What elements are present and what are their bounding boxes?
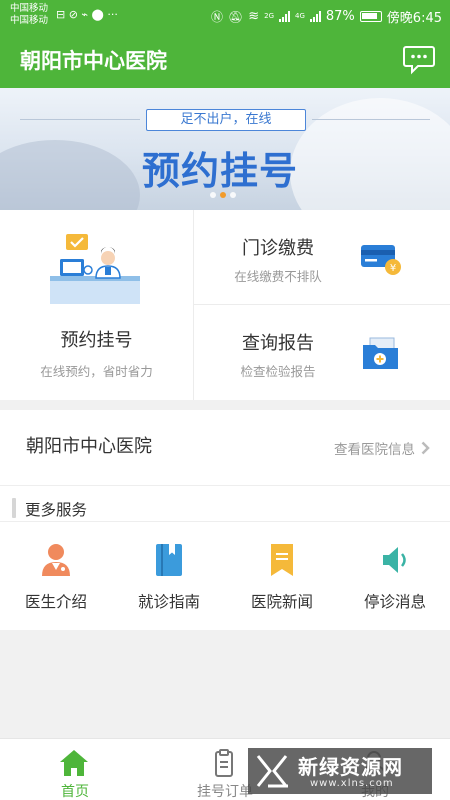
status-right: Ⓝ 🔕︎ ≋ 2G 4G 87% 傍晚6:45 [211, 7, 442, 26]
signal-icon [279, 11, 290, 22]
notification-icons-glyphs: ⊟ ⊘ ⌁ ⬤ ··· [56, 8, 118, 21]
register-subtitle: 在线预约，省时省力 [40, 364, 153, 379]
payment-card-icon: ¥ [361, 245, 401, 275]
banner-headline: 预约挂号 [142, 149, 299, 193]
hospital-row[interactable]: 朝阳市中心医院 查看医院信息 [0, 410, 450, 486]
doctor-icon [42, 544, 70, 576]
main-services: 预约挂号 在线预约，省时省力 门诊缴费 在线缴费不排队 ¥ 查询报告 检查检验报… [0, 210, 450, 400]
hospital-name: 朝阳市中心医院 [26, 436, 152, 457]
hospital-info-link[interactable]: 查看医院信息 [334, 438, 430, 458]
nav-home[interactable]: 首页 [0, 739, 150, 800]
status-bar: 中国移动 中国移动 ⊟ ⊘ ⌁ ⬤ ··· Ⓝ 🔕︎ ≋ 2G 4G 87% 傍… [0, 0, 450, 32]
network-2g-label: 2G [264, 12, 274, 20]
banner-pagination [210, 192, 236, 198]
mute-icon: 🔕︎ [227, 9, 244, 24]
promo-banner[interactable]: 足不出户，在线 预约挂号 [0, 88, 450, 210]
signal-4g: 4G [295, 13, 305, 20]
payment-label: 门诊缴费 [242, 238, 314, 259]
watermark-url: www.xlns.com [310, 778, 394, 789]
app-header: 朝阳市中心医院 [0, 32, 450, 88]
carrier-2: 中国移动 [10, 15, 49, 26]
network-4g-label: 4G [295, 12, 305, 20]
service-label: 停诊消息 [363, 593, 426, 611]
report-folder-icon [363, 337, 398, 369]
svg-text:¥: ¥ [390, 263, 396, 274]
carrier-1: 中国移动 [10, 3, 49, 14]
banner-tagline: 足不出户，在线 [146, 109, 306, 131]
nfc-icon: Ⓝ [210, 10, 223, 24]
service-label: 医生介绍 [24, 593, 87, 611]
section-marker [12, 498, 16, 518]
signal-2g: 2G [264, 13, 274, 20]
service-doctor-intro[interactable]: 医生介绍 [0, 538, 112, 618]
service-label: 就诊指南 [137, 593, 200, 611]
banner-line-right [312, 119, 430, 120]
banner-decoration-2 [0, 140, 140, 210]
report-subtitle: 检查检验报告 [240, 364, 316, 379]
battery-percent: 87% [325, 9, 355, 24]
payment-card[interactable]: 门诊缴费 在线缴费不排队 ¥ [194, 210, 450, 304]
chat-bubble-icon [403, 46, 435, 75]
speaker-icon [383, 547, 406, 573]
more-services-title: 更多服务 [25, 501, 88, 519]
slide-dot-active[interactable] [220, 192, 226, 198]
watermark: 新绿资源网 www.xlns.com [248, 748, 432, 794]
message-button[interactable] [402, 42, 436, 76]
service-clinic-closure[interactable]: 停诊消息 [339, 538, 450, 618]
service-label: 医院新闻 [250, 593, 313, 611]
nav-home-label: 首页 [61, 784, 89, 800]
register-card[interactable]: 预约挂号 在线预约，省时省力 [0, 210, 193, 400]
home-icon [60, 750, 88, 776]
banner-line-left [20, 119, 140, 120]
more-services-header: 更多服务 [0, 494, 450, 522]
service-visit-guide[interactable]: 就诊指南 [113, 538, 225, 618]
register-label: 预约挂号 [60, 330, 133, 351]
payment-subtitle: 在线缴费不排队 [234, 269, 322, 284]
clipboard-icon [215, 749, 233, 777]
report-card[interactable]: 查询报告 检查检验报告 [194, 305, 450, 399]
news-bookmark-icon [271, 544, 293, 576]
registration-illustration-icon [50, 234, 140, 304]
report-label: 查询报告 [242, 333, 314, 354]
wifi-icon: ≋ [248, 9, 260, 24]
watermark-name: 新绿资源网 [298, 755, 403, 779]
watermark-logo-icon [256, 755, 288, 788]
notification-icons: ⊟ ⊘ ⌁ ⬤ ··· [56, 8, 118, 21]
slide-dot[interactable] [210, 192, 216, 198]
more-services: 更多服务 医生介绍 就诊指南 医院新闻 停诊消息 [0, 486, 450, 630]
service-hospital-news[interactable]: 医院新闻 [226, 538, 338, 618]
banner-decoration [290, 98, 450, 210]
hospital-info-label: 查看医院信息 [334, 442, 415, 458]
guide-book-icon [156, 544, 182, 576]
chevron-right-icon [421, 441, 430, 455]
slide-dot[interactable] [230, 192, 236, 198]
page-title: 朝阳市中心医院 [20, 49, 167, 73]
signal-icon-2 [309, 11, 321, 22]
clock: 傍晚6:45 [386, 11, 442, 26]
battery-icon [359, 11, 382, 22]
carrier-labels: 中国移动 中国移动 [10, 3, 48, 27]
